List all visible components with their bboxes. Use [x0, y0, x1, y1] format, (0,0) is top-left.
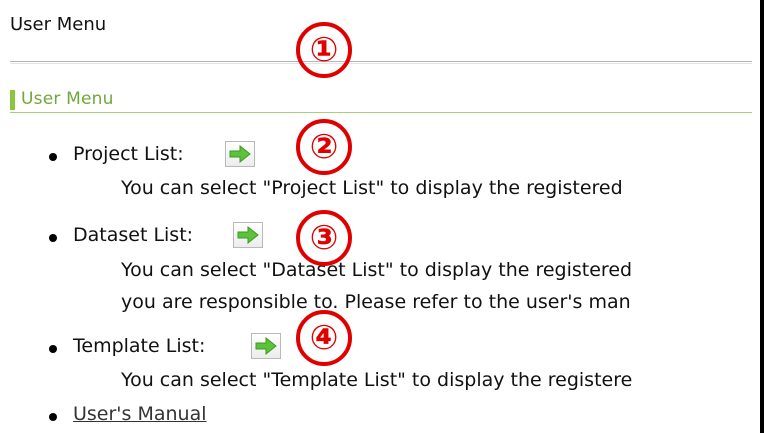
dataset-list-label: Dataset List:	[73, 224, 194, 246]
list-bullet	[49, 234, 57, 242]
green-arrow-right-icon	[255, 337, 277, 355]
template-list-go-button[interactable]	[251, 333, 281, 359]
annotation-marker-2: ②	[296, 119, 352, 175]
list-bullet	[49, 153, 57, 161]
annotation-marker-4: ④	[296, 310, 352, 366]
green-arrow-right-icon	[237, 226, 259, 244]
page-title: User Menu	[10, 14, 107, 35]
dataset-list-description-line: you are responsible to. Please refer to …	[121, 291, 631, 313]
template-list-label: Template List:	[73, 335, 206, 357]
project-list-label: Project List:	[73, 143, 184, 165]
section-accent-bar	[10, 90, 15, 110]
title-divider	[10, 61, 752, 64]
window-right-edge	[760, 0, 764, 433]
dataset-list-go-button[interactable]	[233, 222, 263, 248]
section-heading: User Menu	[21, 89, 114, 109]
project-list-description-line: You can select "Project List" to display…	[121, 177, 623, 199]
section-header: User Menu	[10, 88, 752, 113]
dataset-list-description-line: You can select "Dataset List" to display…	[121, 259, 633, 281]
project-list-go-button[interactable]	[225, 141, 255, 167]
green-arrow-right-icon	[229, 145, 251, 163]
users-manual-link[interactable]: User's Manual	[73, 403, 207, 425]
annotation-marker-1: ①	[296, 22, 352, 78]
list-bullet	[49, 413, 57, 421]
template-list-description-line: You can select "Template List" to displa…	[121, 369, 633, 391]
list-bullet	[49, 345, 57, 353]
annotation-marker-3: ③	[296, 210, 352, 266]
